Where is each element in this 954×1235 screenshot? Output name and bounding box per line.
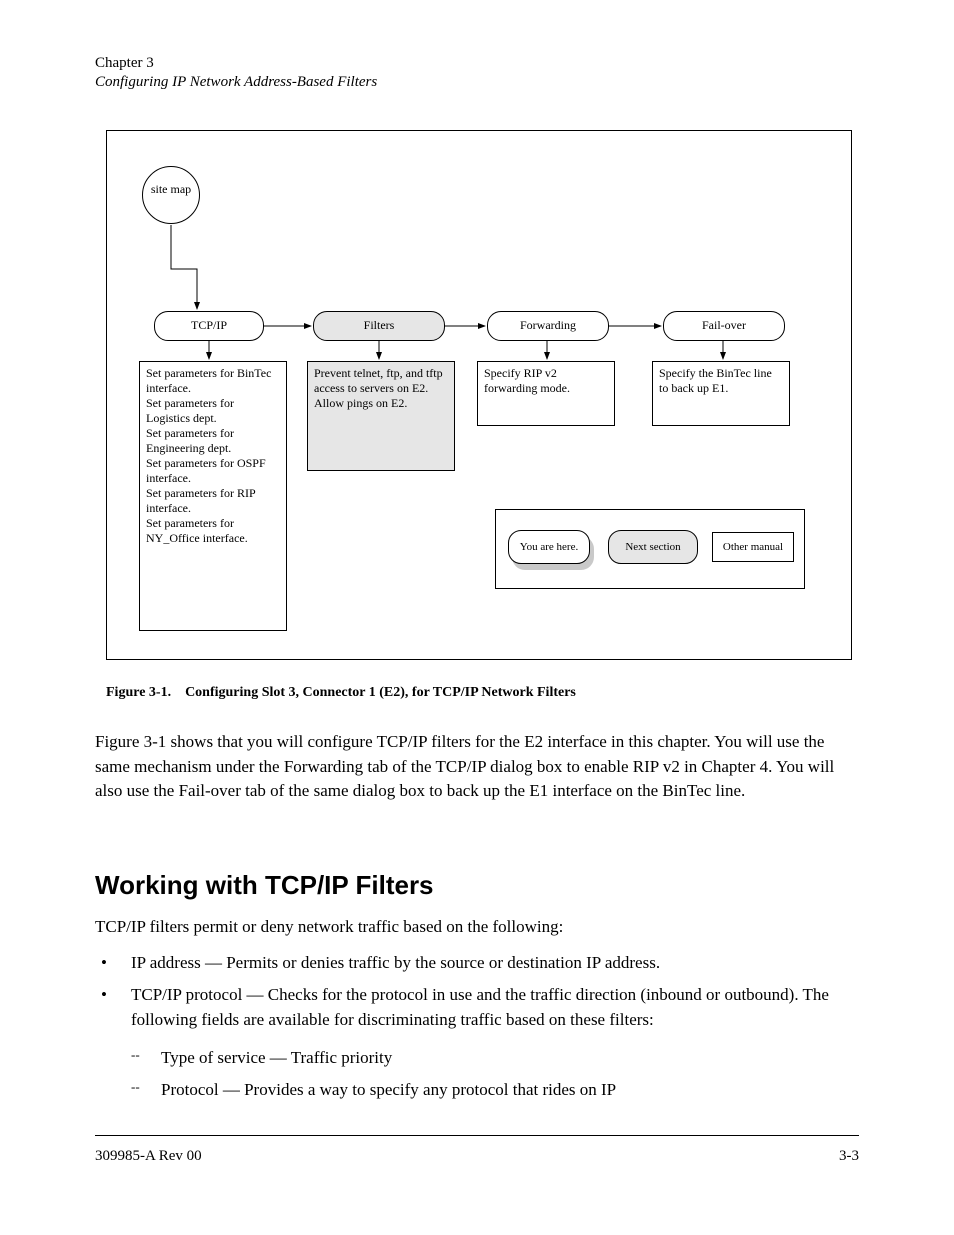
footer-left: 309985-A Rev 00 (95, 1148, 202, 1165)
desc-forwarding: Specify RIP v2 forwarding mode. (477, 361, 615, 426)
dash-icon: -- (125, 1045, 161, 1071)
section-intro: TCP/IP filters permit or deny network tr… (95, 915, 857, 940)
figure-caption: Figure 3-1. Configuring Slot 3, Connecto… (106, 685, 852, 701)
desc-failover: Specify the BinTec line to back up E1. (652, 361, 790, 426)
legend-next-section: Next section (608, 530, 698, 564)
list-item-text: Type of service — Traffic priority (161, 1045, 857, 1071)
section-list: • IP address — Permits or denies traffic… (95, 950, 857, 1039)
desc-tcpip: Set parameters for BinTec interface. Set… (139, 361, 287, 631)
node-tcpip: TCP/IP (154, 311, 264, 341)
list-item-text: Protocol — Provides a way to specify any… (161, 1077, 857, 1103)
node-forwarding: Forwarding (487, 311, 609, 341)
bullet-icon: • (95, 950, 131, 976)
section-heading: Working with TCP/IP Filters (95, 870, 857, 901)
bullet-icon: • (95, 982, 131, 1033)
node-failover: Fail-over (663, 311, 785, 341)
list-item: • IP address — Permits or denies traffic… (95, 950, 857, 976)
legend-you-are-here: You are here. (508, 530, 590, 564)
list-item-text: IP address — Permits or denies traffic b… (131, 950, 857, 976)
chapter-label: Chapter 3 (95, 55, 859, 72)
node-filters: Filters (313, 311, 445, 341)
figure-frame: site map TCP/IP Filters Forwarding Fail-… (106, 130, 852, 660)
list-item-text: TCP/IP protocol — Checks for the protoco… (131, 982, 857, 1033)
body-paragraph: Figure 3-1 shows that you will configure… (95, 730, 857, 804)
desc-filters: Prevent telnet, ftp, and tftp access to … (307, 361, 455, 471)
list-item: • TCP/IP protocol — Checks for the proto… (95, 982, 857, 1033)
legend-box: You are here. Next section Other manual (495, 509, 805, 589)
footer-right: 3-3 (839, 1148, 859, 1165)
section-sublist: -- Type of service — Traffic priority --… (125, 1045, 857, 1108)
dash-icon: -- (125, 1077, 161, 1103)
legend-other-manual: Other manual (712, 532, 794, 562)
list-item: -- Protocol — Provides a way to specify … (125, 1077, 857, 1103)
list-item: -- Type of service — Traffic priority (125, 1045, 857, 1071)
footer-rule (95, 1135, 859, 1136)
chapter-title: Configuring IP Network Address-Based Fil… (95, 74, 859, 91)
start-node: site map (142, 166, 200, 224)
